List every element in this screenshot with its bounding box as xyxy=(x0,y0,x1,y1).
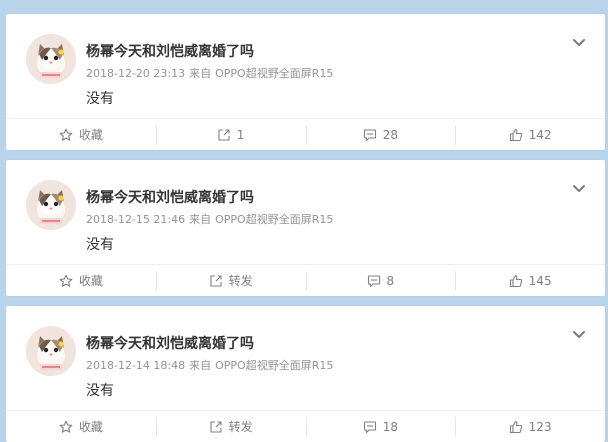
post-card: 杨幂今天和刘恺威离婚了吗 2018-12-20 23:13 来自 OPPO超视野全面… xyxy=(6,14,605,150)
post-username[interactable]: 杨幂今天和刘恺威离婚了吗 xyxy=(86,333,254,353)
chevron-down-icon xyxy=(573,331,585,338)
star-icon xyxy=(59,128,73,142)
repost-label: 1 xyxy=(236,127,245,142)
like-count: 123 xyxy=(528,419,552,434)
comment-count: 28 xyxy=(382,127,399,142)
post-timestamp[interactable]: 2018-12-14 18:48 xyxy=(86,359,185,372)
repost-button[interactable]: 转发 xyxy=(155,411,306,442)
cat-avatar-icon xyxy=(26,34,76,84)
post-menu-button[interactable] xyxy=(572,38,586,48)
share-icon xyxy=(209,420,223,434)
chevron-down-icon xyxy=(573,185,585,192)
comment-button[interactable]: 8 xyxy=(305,265,456,296)
post-username[interactable]: 杨幂今天和刘恺威离婚了吗 xyxy=(86,41,254,61)
post-text: 没有 xyxy=(86,237,114,253)
share-icon xyxy=(209,274,223,288)
post-card: 杨幂今天和刘恺威离婚了吗 2018-12-15 21:46 来自 OPPO超视野全面… xyxy=(6,160,605,296)
like-button[interactable]: 145 xyxy=(455,265,605,296)
post-meta: 2018-12-15 21:46 来自 OPPO超视野全面屏R15 xyxy=(86,211,337,227)
repost-label: 转发 xyxy=(228,274,253,288)
post-card: 杨幂今天和刘恺威离婚了吗 2018-12-14 18:48 来自 OPPO超视野全面… xyxy=(6,306,605,442)
post-actions: 收藏 转发 8 145 xyxy=(6,265,605,296)
post-meta: 2018-12-20 23:13 来自 OPPO超视野全面屏R15 xyxy=(86,65,337,81)
post-source[interactable]: OPPO超视野全面屏R15 xyxy=(215,67,333,80)
post-username[interactable]: 杨幂今天和刘恺威离婚了吗 xyxy=(86,187,254,207)
thumb-up-icon xyxy=(509,274,523,288)
favorite-button[interactable]: 收藏 xyxy=(6,411,156,442)
post-source[interactable]: OPPO超视野全面屏R15 xyxy=(215,359,333,372)
post-timestamp[interactable]: 2018-12-20 23:13 xyxy=(86,67,185,80)
star-icon xyxy=(59,420,73,434)
like-count: 145 xyxy=(528,273,552,288)
favorite-button[interactable]: 收藏 xyxy=(6,119,156,150)
post-timestamp[interactable]: 2018-12-15 21:46 xyxy=(86,213,185,226)
chevron-down-icon xyxy=(573,39,585,46)
thumb-up-icon xyxy=(509,128,523,142)
cat-avatar-icon xyxy=(26,326,76,376)
star-icon xyxy=(59,274,73,288)
repost-label: 转发 xyxy=(228,420,253,434)
repost-button[interactable]: 转发 xyxy=(155,265,306,296)
like-count: 142 xyxy=(528,127,552,142)
cat-avatar-icon xyxy=(26,180,76,230)
post-meta: 2018-12-14 18:48 来自 OPPO超视野全面屏R15 xyxy=(86,357,337,373)
post-source[interactable]: OPPO超视野全面屏R15 xyxy=(215,213,333,226)
share-icon xyxy=(217,128,231,142)
post-text: 没有 xyxy=(86,91,114,107)
post-actions: 收藏 1 28 142 xyxy=(6,119,605,150)
repost-button[interactable]: 1 xyxy=(155,119,306,150)
comment-count: 8 xyxy=(386,273,395,288)
favorite-label: 收藏 xyxy=(78,420,103,434)
comment-icon xyxy=(367,274,381,288)
comment-count: 18 xyxy=(382,419,399,434)
comment-icon xyxy=(363,128,377,142)
favorite-label: 收藏 xyxy=(78,128,103,142)
avatar[interactable] xyxy=(26,326,76,376)
post-menu-button[interactable] xyxy=(572,184,586,194)
weibo-feed: 杨幂今天和刘恺威离婚了吗 2018-12-20 23:13 来自 OPPO超视野全面… xyxy=(0,0,608,442)
post-actions: 收藏 转发 18 123 xyxy=(6,411,605,442)
post-source-prefix: 来自 xyxy=(189,359,212,372)
comment-button[interactable]: 18 xyxy=(305,411,456,442)
post-source-prefix: 来自 xyxy=(189,67,212,80)
post-text: 没有 xyxy=(86,383,114,399)
favorite-label: 收藏 xyxy=(78,274,103,288)
comment-button[interactable]: 28 xyxy=(305,119,456,150)
comment-icon xyxy=(363,420,377,434)
post-menu-button[interactable] xyxy=(572,330,586,340)
avatar[interactable] xyxy=(26,180,76,230)
avatar[interactable] xyxy=(26,34,76,84)
post-source-prefix: 来自 xyxy=(189,213,212,226)
like-button[interactable]: 123 xyxy=(455,411,605,442)
thumb-up-icon xyxy=(509,420,523,434)
favorite-button[interactable]: 收藏 xyxy=(6,265,156,296)
like-button[interactable]: 142 xyxy=(455,119,605,150)
